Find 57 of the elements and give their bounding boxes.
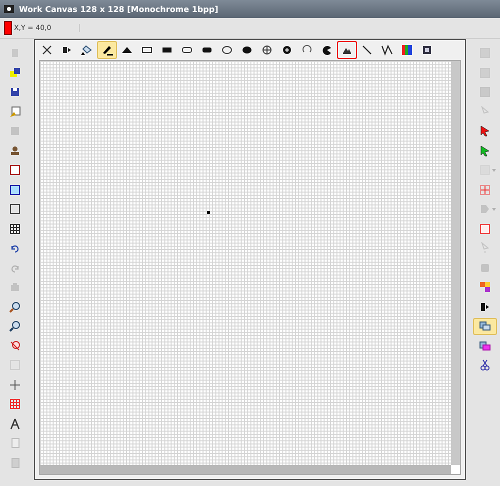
crosshair-circle-icon bbox=[261, 44, 273, 56]
open-folder-icon bbox=[9, 66, 21, 79]
rounded-square-icon bbox=[479, 262, 491, 274]
horizontal-scrollbar[interactable] bbox=[40, 465, 451, 474]
fill-right-icon bbox=[479, 300, 491, 313]
window-title: Work Canvas 128 x 128 [Monochrome 1bpp] bbox=[19, 4, 218, 14]
colors-icon bbox=[479, 281, 491, 294]
square-icon bbox=[9, 203, 21, 216]
app-icon bbox=[3, 3, 15, 15]
vertical-scrollbar[interactable] bbox=[451, 61, 460, 465]
cursor-icon bbox=[479, 144, 491, 157]
close-icon bbox=[41, 44, 53, 56]
color-bars-icon bbox=[401, 44, 413, 56]
ellipse-icon bbox=[221, 44, 233, 56]
square-icon bbox=[479, 86, 491, 98]
grid-icon bbox=[9, 222, 21, 235]
dotted-square-icon bbox=[9, 359, 21, 372]
zoom-in-icon bbox=[9, 300, 21, 313]
crosshair-icon bbox=[9, 378, 21, 391]
drawing-tool-button[interactable] bbox=[97, 41, 117, 59]
polyline-icon bbox=[381, 44, 393, 56]
page-icon bbox=[9, 456, 21, 469]
square-icon bbox=[9, 125, 21, 138]
copy-icon bbox=[479, 340, 491, 352]
selection-icon bbox=[479, 184, 491, 196]
cursor-icon bbox=[479, 242, 491, 254]
grid-icon bbox=[9, 398, 21, 410]
tag-icon bbox=[479, 203, 491, 216]
copy-icon bbox=[479, 320, 491, 332]
rectangle-icon bbox=[141, 44, 153, 56]
toolbar-button[interactable] bbox=[473, 318, 497, 334]
square-icon bbox=[479, 47, 491, 60]
drawing-tool-button[interactable] bbox=[337, 41, 357, 59]
line-icon bbox=[361, 44, 373, 56]
cursor-icon bbox=[479, 125, 491, 138]
page-icon bbox=[9, 437, 21, 450]
rounded-rectangle-icon bbox=[181, 44, 193, 56]
filled-plus-circle-icon bbox=[281, 44, 293, 56]
caret-icon bbox=[492, 169, 496, 172]
pen-icon bbox=[101, 44, 113, 56]
picture-icon bbox=[9, 164, 21, 176]
exit-icon bbox=[9, 47, 21, 60]
caret-icon bbox=[492, 208, 496, 211]
export-picture-icon bbox=[9, 106, 21, 118]
frame-icon bbox=[421, 44, 433, 56]
zoom-out-icon bbox=[9, 320, 21, 332]
paint-bucket-icon bbox=[81, 44, 93, 56]
square-icon bbox=[479, 222, 491, 235]
fill-right-icon bbox=[61, 44, 73, 56]
picture-icon bbox=[9, 184, 21, 196]
square-icon bbox=[479, 66, 491, 79]
scissors-icon bbox=[479, 359, 491, 372]
zoom-reset-icon bbox=[9, 340, 21, 352]
filled-ellipse-icon bbox=[241, 44, 253, 56]
pie-icon bbox=[321, 44, 333, 56]
save-icon bbox=[9, 86, 21, 98]
letter-icon bbox=[9, 418, 21, 430]
